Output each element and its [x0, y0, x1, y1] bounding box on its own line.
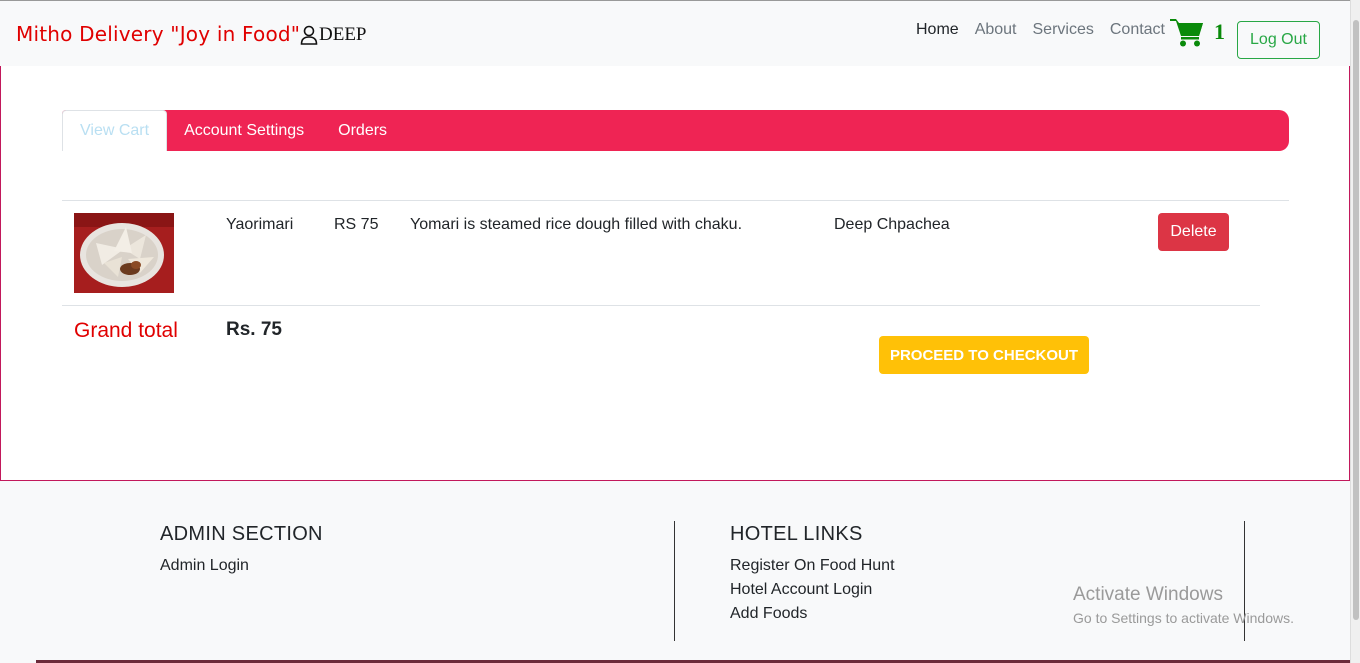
user-profile[interactable]: DEEP: [300, 24, 367, 46]
nav-link-contact[interactable]: Contact: [1110, 21, 1165, 39]
footer: ADMIN SECTION Admin Login HOTEL LINKS Re…: [0, 481, 1350, 663]
nav-links: Home About Services Contact: [916, 21, 1165, 39]
username: DEEP: [319, 24, 367, 45]
grand-total-label: Grand total: [74, 319, 178, 342]
scrollbar-thumb[interactable]: [1353, 20, 1359, 620]
user-icon: [300, 25, 318, 45]
nav-link-home[interactable]: Home: [916, 21, 959, 39]
item-description: Yomari is steamed rice dough filled with…: [410, 216, 743, 233]
admin-login-link[interactable]: Admin Login: [160, 557, 249, 575]
activate-windows-subtitle: Go to Settings to activate Windows.: [1073, 610, 1294, 626]
table-divider: [62, 305, 1260, 306]
cart-count-badge: 1: [1214, 19, 1225, 44]
tab-view-cart[interactable]: View Cart: [62, 110, 168, 151]
footer-divider: [674, 521, 675, 641]
proceed-to-checkout-button[interactable]: PROCEED TO CHECKOUT: [879, 336, 1089, 374]
logout-button[interactable]: Log Out: [1237, 21, 1320, 59]
navbar: Mitho Delivery "Joy in Food" DEEP Home A…: [0, 0, 1350, 66]
scrollbar[interactable]: [1350, 0, 1360, 663]
cart-link[interactable]: 1: [1170, 17, 1225, 47]
activate-windows-title: Activate Windows: [1073, 584, 1223, 605]
shopping-cart-icon: [1170, 19, 1203, 47]
food-image: [74, 213, 174, 293]
item-name: Yaorimari: [226, 216, 294, 233]
item-hotel: Deep Chpachea: [834, 216, 950, 233]
tab-orders[interactable]: Orders: [321, 110, 404, 151]
nav-link-about[interactable]: About: [975, 21, 1017, 39]
register-link[interactable]: Register On Food Hunt: [730, 557, 895, 575]
delete-button[interactable]: Delete: [1158, 213, 1229, 251]
item-price: RS 75: [334, 216, 379, 233]
add-foods-link[interactable]: Add Foods: [730, 605, 807, 623]
admin-section-heading: ADMIN SECTION: [160, 523, 323, 545]
grand-total-value: Rs. 75: [226, 319, 282, 340]
brand-title[interactable]: Mitho Delivery "Joy in Food": [16, 22, 300, 46]
hotel-account-login-link[interactable]: Hotel Account Login: [730, 581, 872, 599]
table-divider: [62, 200, 1289, 201]
tab-account-settings[interactable]: Account Settings: [167, 110, 321, 151]
profile-tabs: View Cart Account Settings Orders: [62, 110, 1289, 151]
main-content: View Cart Account Settings Orders Yaorim…: [0, 66, 1350, 481]
hotel-links-heading: HOTEL LINKS: [730, 523, 863, 545]
nav-link-services[interactable]: Services: [1033, 21, 1094, 39]
